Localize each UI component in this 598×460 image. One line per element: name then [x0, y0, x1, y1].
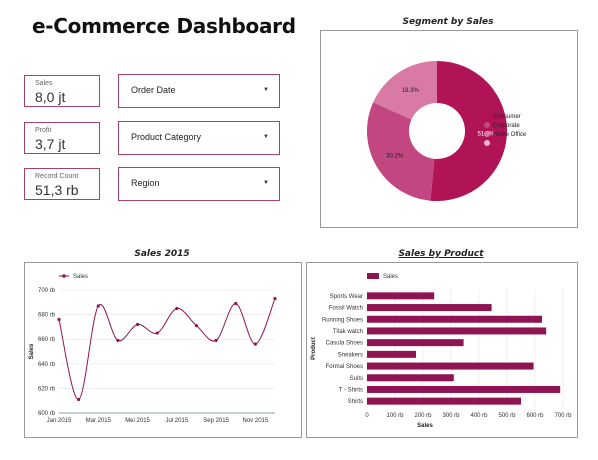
x-tick-label: Jan 2015	[47, 418, 72, 424]
bar-shirts	[367, 397, 521, 405]
sales-2015-line-chart: Sales 600 rb 620 rb 640 rb 660 rb 680 rb 700 r…	[29, 274, 277, 424]
bar-sneakers	[367, 350, 416, 358]
legend-marker	[484, 131, 490, 137]
sales-by-product-bar-chart: Sales 0 100 rb 200 rb 300 rb 400 rb 500 rb 600 …	[311, 273, 572, 429]
y-tick-label: 700 rb	[38, 288, 56, 294]
region-dropdown[interactable]: Region ▼	[118, 167, 280, 201]
chevron-down-icon: ▼	[263, 134, 269, 140]
sales-by-product-chart-panel: Sales 0 100 rb 200 rb 300 rb 400 rb 500 rb 600 …	[306, 262, 578, 438]
kpi-profit-value: 3,7 jt	[35, 136, 66, 152]
y-tick-label: 680 rb	[38, 313, 56, 319]
line-data-point	[135, 322, 140, 327]
segment-chart-title: Segment by Sales	[402, 17, 494, 27]
y-tick-label: Fossil Watch	[329, 306, 363, 312]
x-tick-label: Jul 2015	[165, 418, 188, 424]
legend-label: Home Office	[493, 132, 527, 138]
donut-slice-corporate	[367, 102, 435, 201]
kpi-profit-card: Profit 3,7 jt	[24, 122, 100, 154]
y-axis-title: Product	[311, 337, 317, 360]
y-tick-label: 640 rb	[38, 362, 56, 368]
bar-casula-shoes	[367, 339, 464, 347]
chevron-down-icon: ▼	[263, 180, 269, 186]
legend-marker-extra	[484, 140, 490, 146]
x-tick-label: 500 rb	[498, 413, 516, 419]
line-data-point	[253, 342, 257, 346]
y-tick-label: Casula Shoes	[326, 341, 363, 347]
kpi-sales-card: Sales 8,0 jt	[24, 75, 100, 107]
line-data-point	[214, 338, 218, 343]
y-tick-label: Formal Shoes	[326, 364, 363, 370]
chevron-down-icon: ▼	[263, 87, 269, 93]
bar-suits	[367, 374, 454, 382]
kpi-profit-label: Profit	[35, 127, 52, 134]
legend-label: Sales	[73, 274, 88, 280]
x-tick-label: 700 rb	[554, 413, 572, 419]
line-data-point	[194, 324, 199, 328]
kpi-sales-label: Sales	[35, 80, 53, 87]
y-tick-label: Sports Wear	[330, 294, 363, 300]
sales-2015-chart-panel: Sales 600 rb 620 rb 640 rb 660 rb 680 rb 700 r…	[24, 262, 302, 438]
y-tick-label: 600 rb	[38, 411, 56, 417]
sales-by-product-chart-title: Sales by Product	[398, 249, 484, 259]
line-data-point	[155, 331, 159, 335]
line-data-point	[96, 304, 100, 308]
y-tick-label: Suits	[350, 376, 363, 382]
legend-label: Sales	[383, 274, 398, 280]
segment-donut-chart: 51.5%30.2%18.3%ConsumerCorporateHome Off…	[367, 61, 527, 201]
bar-t-shirts	[367, 385, 561, 393]
y-axis-title: Sales	[29, 343, 35, 359]
x-tick-label: 300 rb	[442, 413, 460, 419]
product-category-dropdown[interactable]: Product Category ▼	[118, 121, 280, 155]
line-data-point	[273, 297, 277, 301]
donut-slice-label: 18.3%	[402, 88, 420, 94]
x-tick-label: Mar 2015	[86, 418, 112, 424]
kpi-record-count-value: 51,3 rb	[35, 182, 79, 198]
bar-fossil-watch	[367, 304, 492, 312]
kpi-record-count-label: Record Count	[35, 173, 79, 180]
x-tick-label: 600 rb	[526, 413, 544, 419]
legend-label: Corporate	[493, 123, 520, 129]
line-data-point	[175, 306, 179, 311]
line-data-point	[77, 397, 81, 402]
y-tick-label: Sneakers	[338, 352, 363, 358]
y-tick-label: T - Shirts	[339, 387, 363, 393]
legend-marker	[484, 113, 490, 119]
kpi-record-count-card: Record Count 51,3 rb	[24, 168, 100, 200]
y-tick-label: Titak watch	[333, 329, 363, 335]
y-tick-label: Shirts	[348, 399, 363, 405]
x-tick-label: 200 rb	[414, 413, 432, 419]
legend-label: Consumer	[493, 114, 521, 120]
order-date-dropdown-label: Order Date	[131, 85, 176, 95]
x-tick-label: Nov 2015	[243, 418, 269, 424]
donut-slice-consumer	[430, 61, 508, 201]
donut-slice-label: 30.2%	[386, 154, 404, 160]
legend-marker	[62, 274, 66, 278]
region-dropdown-label: Region	[131, 178, 160, 188]
x-tick-label: 100 rb	[386, 413, 404, 419]
sales-2015-chart-title: Sales 2015	[134, 249, 190, 259]
y-tick-label: 660 rb	[38, 337, 56, 343]
line-data-point	[234, 301, 238, 306]
kpi-sales-value: 8,0 jt	[35, 89, 66, 105]
product-category-dropdown-label: Product Category	[131, 132, 202, 142]
bar-formal-shoes	[367, 362, 534, 370]
line-data-point	[116, 338, 120, 343]
bar-titak-watch	[367, 327, 547, 335]
line-data-point	[57, 317, 61, 322]
y-tick-label: Running Shoes	[322, 317, 363, 323]
legend-marker	[367, 273, 379, 279]
x-tick-label: Sep 2015	[203, 418, 229, 424]
bar-running-shoes	[367, 315, 542, 323]
x-tick-label: Mei 2015	[125, 418, 150, 424]
legend-marker	[484, 122, 490, 128]
order-date-dropdown[interactable]: Order Date ▼	[118, 74, 280, 108]
x-axis-title: Sales	[417, 423, 433, 429]
sales-line-series	[58, 298, 276, 400]
bar-sports-wear	[367, 292, 435, 300]
x-tick-label: 400 rb	[470, 413, 488, 419]
segment-chart-panel: 51.5%30.2%18.3%ConsumerCorporateHome Off…	[320, 30, 578, 228]
x-tick-label: 0	[365, 413, 369, 419]
y-tick-label: 620 rb	[38, 386, 56, 392]
dashboard-title: e-Commerce Dashboard	[32, 14, 296, 38]
